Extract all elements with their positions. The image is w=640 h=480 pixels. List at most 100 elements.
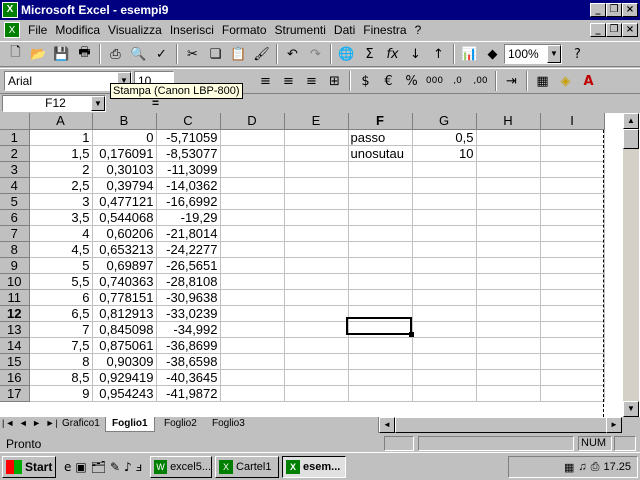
cell-h5[interactable] [476, 193, 541, 210]
row-header[interactable]: 9 [0, 257, 30, 274]
cell-g8[interactable] [412, 241, 477, 258]
scroll-left-icon[interactable]: ◄ [379, 417, 395, 433]
cell-h17[interactable] [476, 385, 541, 402]
cell-g11[interactable] [412, 289, 477, 306]
fill-color-icon[interactable]: ◈ [554, 70, 577, 92]
task-cartel1[interactable]: X Cartel1 [215, 455, 280, 478]
minimize-button[interactable]: _ [590, 3, 606, 17]
cell-f9[interactable] [348, 257, 413, 274]
row-header[interactable]: 6 [0, 209, 30, 226]
tab-foglio2[interactable]: Foglio2 [158, 417, 203, 432]
cell-d3[interactable] [220, 161, 285, 178]
cell-d10[interactable] [220, 273, 285, 290]
function-icon[interactable]: fx [381, 43, 404, 65]
cell-g2[interactable]: 10 [412, 145, 477, 162]
cell-c14[interactable]: -36,8699 [156, 337, 221, 354]
cell-i6[interactable] [540, 209, 605, 226]
start-button[interactable]: Start [2, 455, 56, 478]
doc-restore-button[interactable]: ❐ [606, 23, 622, 37]
menu-strumenti[interactable]: Strumenti [271, 23, 330, 37]
cell-table[interactable]: ABCDEFGHI 1 1 0 -5,71059 passo 0,5 2 1,5 0,17609… [0, 113, 605, 402]
cell-a6[interactable]: 3,5 [29, 209, 93, 226]
column-header-f[interactable]: F [348, 113, 413, 130]
cell-b8[interactable]: 0,653213 [92, 241, 157, 258]
sort-ascending-icon[interactable]: ↓ [404, 43, 427, 65]
cell-c6[interactable]: -19,29 [156, 209, 221, 226]
cell-c8[interactable]: -24,2277 [156, 241, 221, 258]
cell-d9[interactable] [220, 257, 285, 274]
cut-icon[interactable]: ✂ [181, 43, 204, 65]
cell-c12[interactable]: -33,0239 [156, 305, 221, 322]
cell-d13[interactable] [220, 321, 285, 338]
cell-a17[interactable]: 9 [29, 385, 93, 402]
maximize-button[interactable]: ❐ [606, 3, 622, 17]
cell-e9[interactable] [284, 257, 349, 274]
task-esempi9[interactable]: Xesem... [282, 455, 347, 478]
row-header[interactable]: 12 [0, 305, 30, 322]
cell-h13[interactable] [476, 321, 541, 338]
cell-b14[interactable]: 0,875061 [92, 337, 157, 354]
cell-i13[interactable] [540, 321, 605, 338]
cell-c17[interactable]: -41,9872 [156, 385, 221, 402]
cell-h10[interactable] [476, 273, 541, 290]
cell-g9[interactable] [412, 257, 477, 274]
cell-f17[interactable] [348, 385, 413, 402]
cell-f8[interactable] [348, 241, 413, 258]
column-header-e[interactable]: E [284, 113, 349, 130]
save-icon[interactable]: 💾 [50, 43, 73, 65]
cell-h12[interactable] [476, 305, 541, 322]
cell-i12[interactable] [540, 305, 605, 322]
cell-g12[interactable] [412, 305, 477, 322]
cell-e4[interactable] [284, 177, 349, 194]
cell-g10[interactable] [412, 273, 477, 290]
cell-b10[interactable]: 0,740363 [92, 273, 157, 290]
row-header[interactable]: 15 [0, 353, 30, 370]
row-header[interactable]: 1 [0, 129, 30, 146]
row-header[interactable]: 2 [0, 145, 30, 162]
cell-a7[interactable]: 4 [29, 225, 93, 242]
tray-printer-icon[interactable]: ⎙ [591, 461, 600, 474]
cell-g16[interactable] [412, 369, 477, 386]
tab-foglio3[interactable]: Foglio3 [206, 417, 251, 432]
menu-file[interactable]: File [24, 23, 51, 37]
cell-d11[interactable] [220, 289, 285, 306]
cell-b5[interactable]: 0,477121 [92, 193, 157, 210]
cell-b9[interactable]: 0,69897 [92, 257, 157, 274]
format-painter-icon[interactable]: 🖌 [250, 43, 273, 65]
cell-c1[interactable]: -5,71059 [156, 129, 221, 146]
borders-icon[interactable]: ▦ [531, 70, 554, 92]
cell-a4[interactable]: 2,5 [29, 177, 93, 194]
cell-c11[interactable]: -30,9638 [156, 289, 221, 306]
vertical-scrollbar[interactable]: ▲ ▼ [623, 113, 639, 417]
cell-a8[interactable]: 4,5 [29, 241, 93, 258]
chart-wizard-icon[interactable]: 📊 [458, 43, 481, 65]
tab-scroll-buttons[interactable]: |◄ ◄ ► ►| [2, 418, 59, 428]
cell-e11[interactable] [284, 289, 349, 306]
cell-i14[interactable] [540, 337, 605, 354]
new-icon[interactable]: 🗋 [4, 43, 27, 65]
cell-i8[interactable] [540, 241, 605, 258]
row-header[interactable]: 13 [0, 321, 30, 338]
chevron-down-icon[interactable]: ▼ [91, 96, 105, 111]
align-right-icon[interactable]: ≡ [300, 70, 323, 92]
row-header[interactable]: 5 [0, 193, 30, 210]
cell-a12[interactable]: 6,5 [29, 305, 93, 322]
media-icon[interactable]: ♪ [124, 460, 132, 474]
percent-icon[interactable]: % [400, 70, 423, 92]
cell-f11[interactable] [348, 289, 413, 306]
cell-h14[interactable] [476, 337, 541, 354]
spreadsheet-grid[interactable]: ABCDEFGHI 1 1 0 -5,71059 passo 0,5 2 1,5 0,17609… [0, 113, 640, 417]
cell-i17[interactable] [540, 385, 605, 402]
cell-b1[interactable]: 0 [92, 129, 157, 146]
cell-a16[interactable]: 8,5 [29, 369, 93, 386]
row-header[interactable]: 17 [0, 385, 30, 402]
cell-h2[interactable] [476, 145, 541, 162]
cell-f14[interactable] [348, 337, 413, 354]
cell-a2[interactable]: 1,5 [29, 145, 93, 162]
menu-formato[interactable]: Formato [218, 23, 271, 37]
cell-b6[interactable]: 0,544068 [92, 209, 157, 226]
euro-icon[interactable]: € [377, 70, 400, 92]
cell-h6[interactable] [476, 209, 541, 226]
cell-e6[interactable] [284, 209, 349, 226]
app-icon[interactable]: ⅎ [136, 460, 142, 474]
